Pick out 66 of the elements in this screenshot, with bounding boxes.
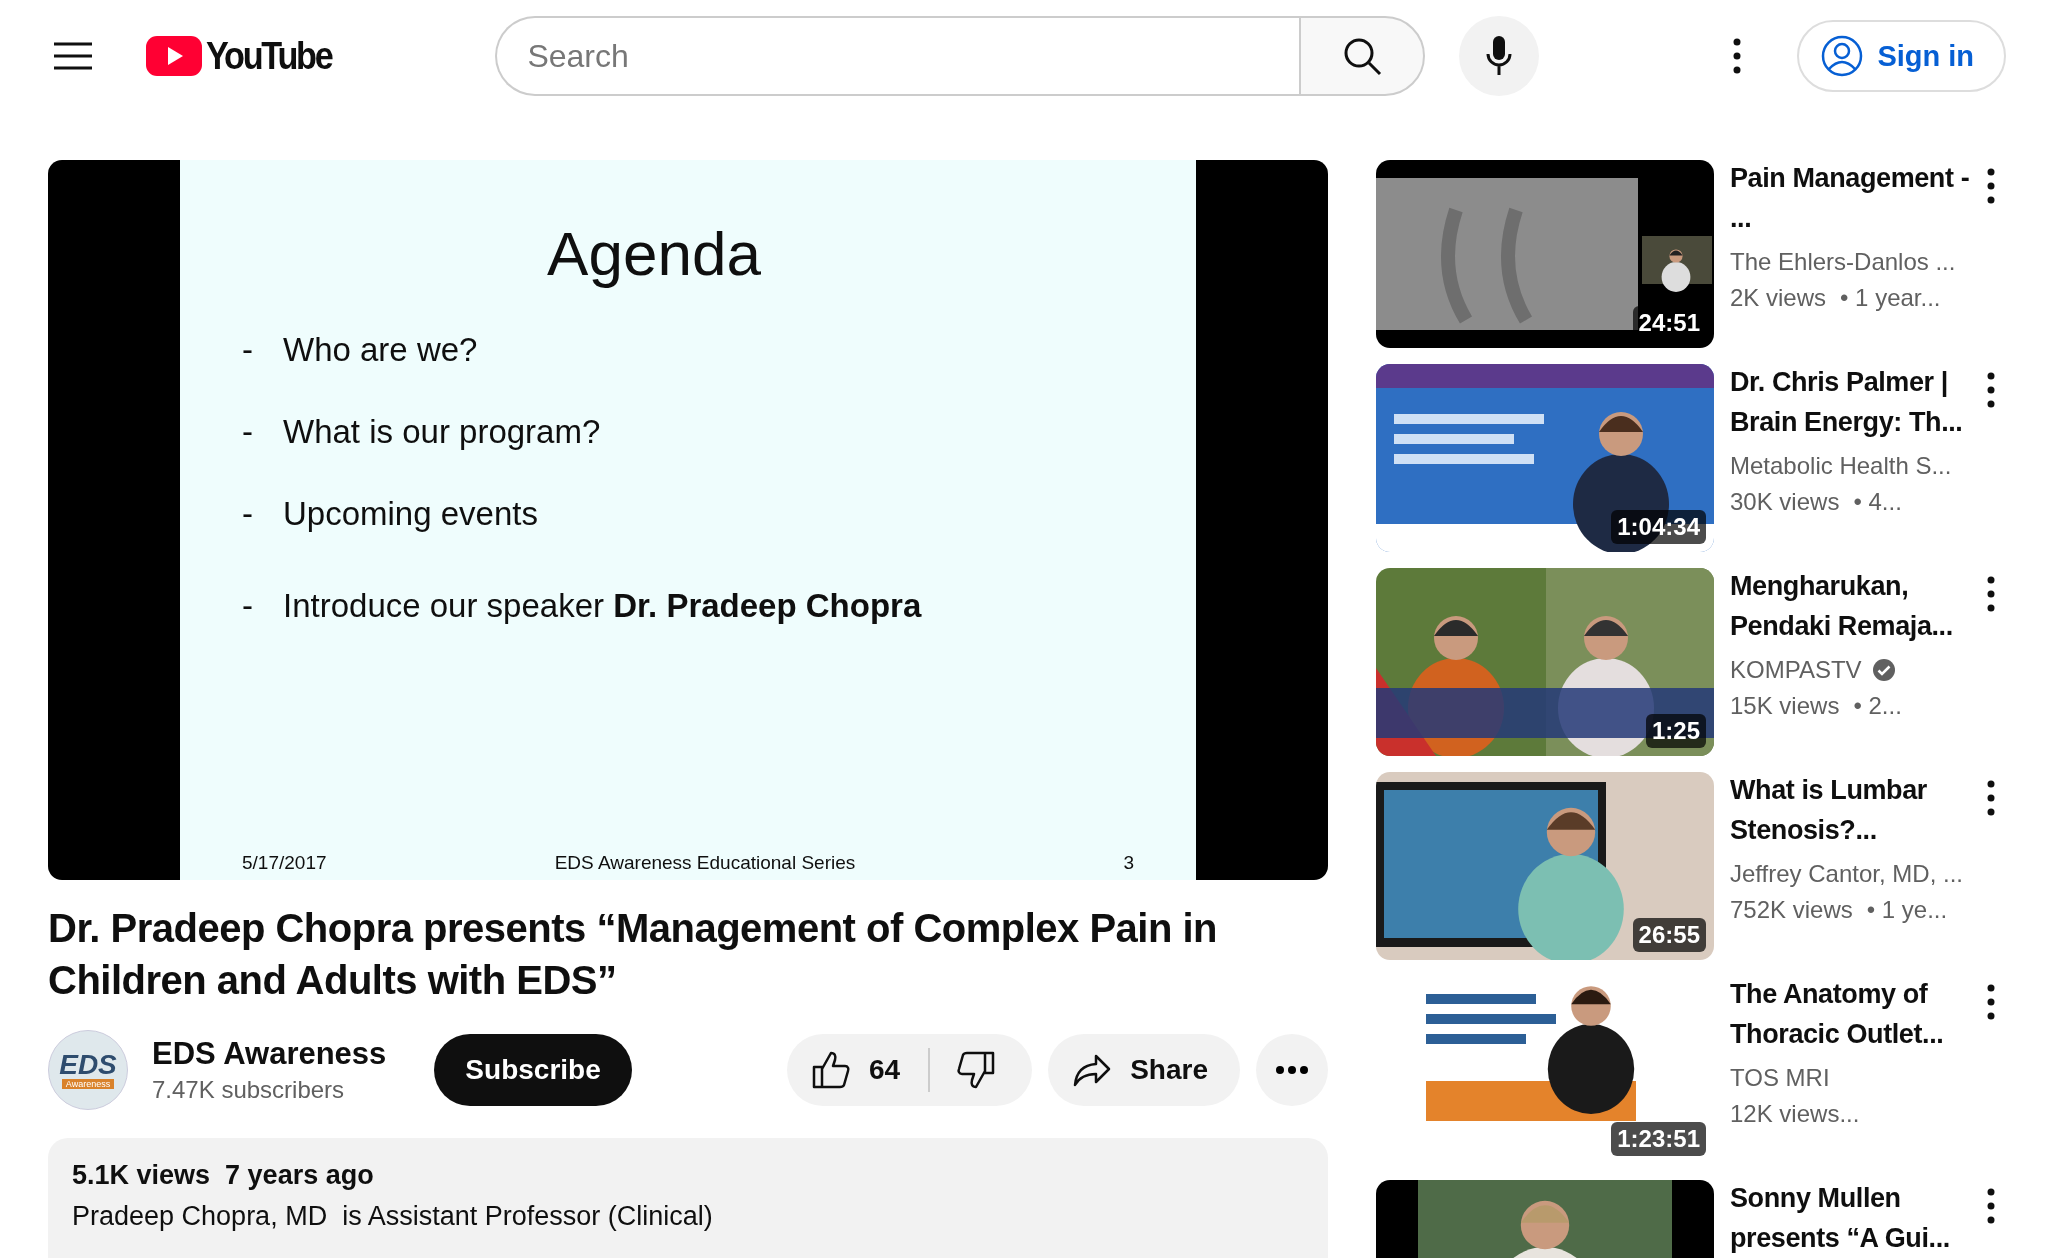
view-count: 12K views...: [1730, 1099, 1860, 1129]
related-video-title[interactable]: The Anatomy of Thoracic Outlet...: [1730, 974, 1990, 1054]
more-icon[interactable]: [1986, 984, 1996, 1020]
related-channel-name[interactable]: Metabolic Health S...: [1730, 448, 1952, 484]
menu-icon[interactable]: [54, 42, 92, 70]
duration-badge: 1:25: [1645, 714, 1706, 748]
microphone-icon: [1486, 36, 1513, 76]
logo-text[interactable]: YouTube: [206, 34, 332, 78]
view-count: 752K views: [1730, 895, 1853, 925]
more-icon[interactable]: [1732, 38, 1743, 74]
video-title: Dr. Pradeep Chopra presents “Management of Complex Pain in Children and Adults with EDS”: [48, 905, 1219, 1004]
bullet-dash: -: [242, 587, 253, 625]
related-video-title[interactable]: Mengharukan, Pendaki Remaja...: [1730, 566, 1990, 646]
channel-avatar[interactable]: EDS Awareness: [48, 1030, 128, 1110]
share-button[interactable]: Share: [1048, 1034, 1240, 1106]
description-panel[interactable]: 5.1K views 7 years ago Pradeep Chopra, MD is Assistant Professor (Clinical): [48, 1138, 1328, 1258]
upload-age: • 2...: [1853, 691, 1902, 721]
more-icon[interactable]: [1986, 780, 1996, 816]
play-logo-icon[interactable]: [146, 36, 202, 76]
view-count: 30K views: [1730, 487, 1840, 517]
thumbs-down-icon: [956, 1050, 997, 1090]
slide-bullet: What is our program?: [283, 413, 601, 451]
related-channel-name[interactable]: KOMPASTV: [1730, 652, 1862, 688]
upload-age: • 1 year...: [1840, 283, 1941, 313]
related-video-title[interactable]: Pain Management - ...: [1730, 158, 1990, 238]
search-icon: [1342, 36, 1383, 76]
video-player[interactable]: Agenda - Who are we? - What is our program? - Upcoming events - Introduce our speaker Dr. Pradeep Chopra 5/17/2017 EDS Awareness Educational Series 3: [48, 160, 1328, 880]
slide-number: 3: [1123, 852, 1134, 874]
duration-badge: 26:55: [1632, 918, 1706, 952]
view-count: 15K views: [1730, 691, 1840, 721]
more-icon[interactable]: [1986, 168, 1996, 204]
account-icon: [1821, 35, 1864, 77]
thumbs-up-icon: [811, 1050, 851, 1090]
search-button[interactable]: [1299, 16, 1426, 96]
like-button[interactable]: 64: [787, 1034, 929, 1106]
related-channel-name[interactable]: Jeffrey Cantor, MD, ...: [1730, 856, 1963, 892]
bullet-dash: -: [242, 495, 253, 533]
duration-badge: 1:23:51: [1611, 1122, 1706, 1156]
related-channel-name[interactable]: The Ehlers-Danlos ...: [1730, 244, 1956, 280]
upload-age: • 4...: [1853, 487, 1902, 517]
subscriber-count: 7.47K subscribers: [152, 1076, 346, 1104]
related-video-title[interactable]: Sonny Mullen presents “A Gui...: [1730, 1178, 1990, 1258]
upload-age: • 1 ye...: [1866, 895, 1948, 925]
related-video-title[interactable]: What is Lumbar Stenosis?...: [1730, 770, 1990, 850]
view-stats: 5.1K views 7 years ago: [72, 1160, 375, 1191]
more-icon: [1275, 1065, 1309, 1075]
more-icon[interactable]: [1986, 372, 1996, 408]
slide-footer: EDS Awareness Educational Series: [554, 852, 856, 874]
slide-bullet: Who are we?: [283, 331, 478, 369]
sign-in-button[interactable]: Sign in: [1797, 20, 2007, 92]
duration-badge: 1:04:34: [1611, 510, 1706, 544]
slide-title: Agenda: [546, 218, 762, 289]
related-channel-name[interactable]: TOS MRI: [1730, 1060, 1830, 1096]
subscribe-button[interactable]: Subscribe: [434, 1034, 632, 1106]
slide-date: 5/17/2017: [242, 852, 327, 874]
slide-bullet: Introduce our speaker Dr. Pradeep Chopra: [283, 587, 922, 625]
channel-name[interactable]: EDS Awareness: [152, 1036, 387, 1072]
search-field[interactable]: Search: [495, 16, 1300, 96]
more-icon[interactable]: [1986, 1188, 1996, 1224]
bullet-dash: -: [242, 331, 253, 369]
more-icon[interactable]: [1986, 576, 1996, 612]
related-video-title[interactable]: Dr. Chris Palmer | Brain Energy: Th...: [1730, 362, 1990, 442]
view-count: 2K views: [1730, 283, 1827, 313]
description-text: Pradeep Chopra, MD is Assistant Professor (Clinical): [72, 1201, 714, 1232]
slide-bullet: Upcoming events: [283, 495, 538, 533]
bullet-dash: -: [242, 413, 253, 451]
